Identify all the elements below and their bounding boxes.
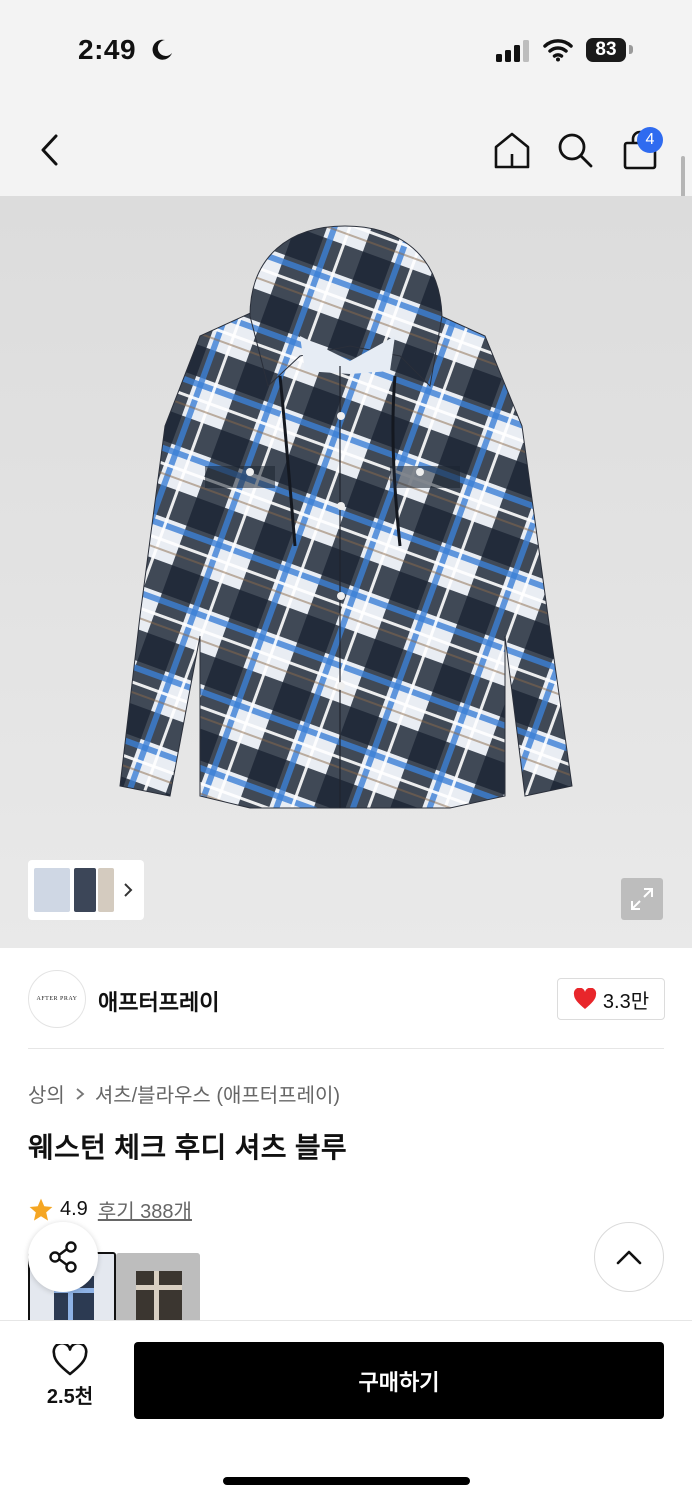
gallery-thumbnails[interactable] — [28, 860, 144, 920]
battery-tip — [629, 45, 633, 54]
home-icon — [494, 132, 530, 169]
rating-row: 4.9 후기 388개 — [28, 1195, 192, 1224]
share-button[interactable] — [28, 1222, 98, 1292]
battery-indicator: 83 — [586, 38, 626, 62]
scroll-to-top-button[interactable] — [594, 1222, 664, 1292]
breadcrumb: 상의 셔츠/블라우스 (애프터프레이) — [28, 1079, 340, 1108]
home-button[interactable] — [488, 126, 536, 174]
expand-image-button[interactable] — [621, 878, 663, 920]
brand-name[interactable]: 애프터프레이 — [98, 985, 219, 1017]
chevron-up-icon — [616, 1250, 642, 1265]
wishlist-count: 2.5천 — [46, 1386, 94, 1408]
chevron-right-icon — [124, 883, 133, 897]
thumbnail-detail[interactable] — [98, 868, 114, 912]
thumbnail-front[interactable] — [34, 868, 70, 912]
plaid-hoodie-shirt-image — [119, 225, 573, 809]
divider — [28, 1048, 664, 1049]
search-button[interactable] — [551, 126, 599, 174]
chevron-right-icon — [76, 1087, 85, 1100]
search-icon — [558, 133, 593, 168]
rating-value: 4.9 — [60, 1198, 88, 1220]
breadcrumb-category[interactable]: 상의 — [28, 1079, 65, 1108]
buy-button[interactable]: 구매하기 — [134, 1342, 664, 1419]
signal-icon — [496, 40, 529, 62]
brand-like-count: 3.3만 — [602, 990, 650, 1013]
review-link[interactable]: 후기 388개 — [98, 1195, 192, 1224]
star-icon — [29, 1198, 53, 1221]
wishlist-button[interactable]: 2.5천 — [28, 1344, 112, 1416]
wifi-icon — [543, 39, 573, 62]
swatch-brown-image — [116, 1253, 200, 1323]
color-swatch-brown[interactable] — [116, 1253, 200, 1323]
home-indicator — [223, 1477, 470, 1485]
cart-count-badge: 4 — [637, 127, 663, 153]
breadcrumb-subcategory[interactable]: 셔츠/블라우스 (애프터프레이) — [95, 1079, 340, 1108]
brand-logo[interactable]: AFTER PRAY — [28, 970, 86, 1028]
share-icon — [49, 1241, 77, 1273]
heart-filled-icon — [573, 988, 596, 1009]
product-image[interactable] — [0, 196, 692, 948]
moon-icon — [152, 39, 172, 60]
status-time: 2:49 — [78, 34, 137, 65]
chevron-left-icon — [41, 134, 58, 166]
brand-like-button[interactable]: 3.3만 — [557, 978, 665, 1020]
heart-outline-icon — [52, 1344, 88, 1376]
expand-icon — [631, 888, 653, 910]
back-button[interactable] — [26, 126, 74, 174]
product-title: 웨스턴 체크 후디 셔츠 블루 — [28, 1132, 347, 1163]
thumbnail-model[interactable] — [74, 868, 96, 912]
